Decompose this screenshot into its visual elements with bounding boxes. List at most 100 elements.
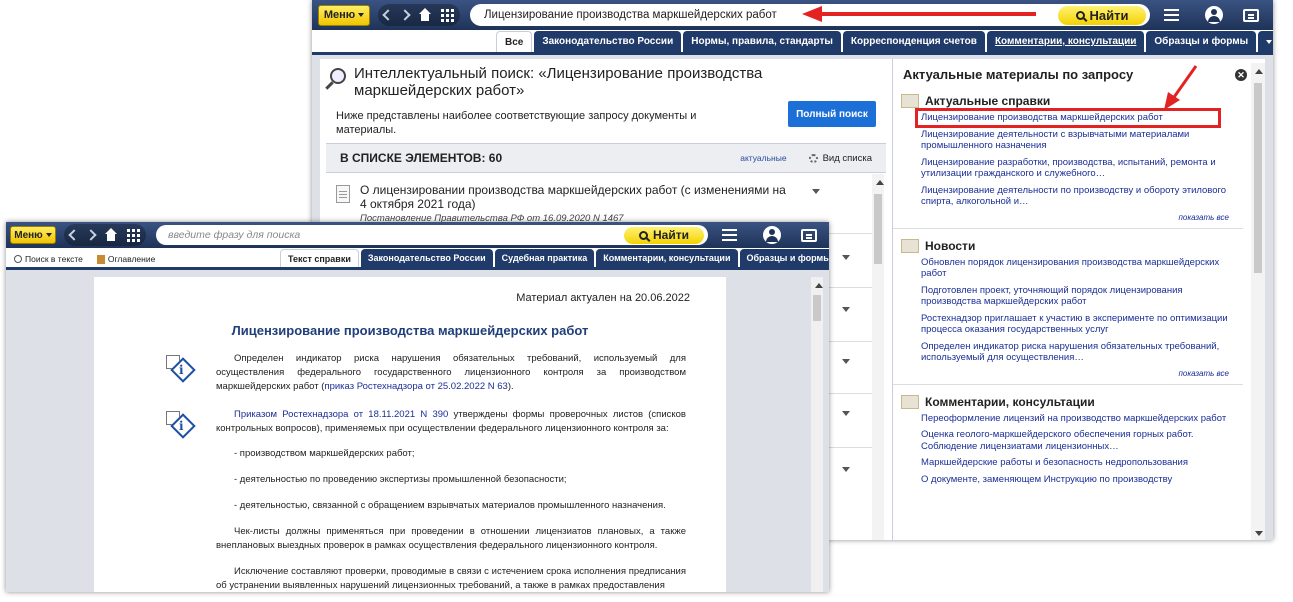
back-icon[interactable] — [68, 229, 80, 241]
message-icon[interactable] — [801, 228, 817, 242]
find-label: Найти — [1089, 7, 1129, 23]
list-item[interactable]: Ростехнадзор приглашает к участию в эксп… — [921, 313, 1233, 336]
document-page: Материал актуален на 20.06.2022 Лицензир… — [94, 277, 726, 592]
bullet: - производством маркшейдерских работ; — [234, 448, 415, 459]
find-button[interactable]: Найти — [624, 226, 704, 244]
section-heading: Актуальные справки — [925, 94, 1051, 108]
list-item[interactable]: Маркшейдерские работы и безопасность нед… — [921, 457, 1233, 469]
order-link[interactable]: приказ Ростехнадзора от 25.02.2022 N 63 — [324, 381, 507, 392]
contents-button[interactable]: Оглавление — [96, 254, 156, 264]
reference-icon — [901, 94, 919, 108]
home-icon[interactable] — [418, 7, 432, 22]
tab-reference-text[interactable]: Текст справки — [280, 249, 359, 267]
search-input[interactable]: введите фразу для поиска — [168, 229, 624, 241]
tab-comments[interactable]: Комментарии, консультации — [596, 249, 738, 267]
back-icon[interactable] — [382, 9, 394, 21]
list-header: В СПИСКЕ ЭЛЕМЕНТОВ: 60 актуальные Вид сп… — [326, 143, 886, 173]
forward-icon[interactable] — [399, 9, 411, 21]
search-input[interactable]: Лицензирование производства маркшейдерск… — [484, 9, 1058, 21]
tabs-more-button[interactable] — [1258, 31, 1273, 52]
order-link[interactable]: Приказом Ростехнадзора от 18.11.2021 N 3… — [234, 409, 448, 420]
panel-title: Актуальные материалы по запросу — [903, 67, 1134, 82]
list-item[interactable]: О документе, заменяющем Инструкцию по пр… — [921, 474, 1233, 486]
tabs: Все Законодательство России Нормы, прави… — [312, 30, 1273, 55]
gear-icon[interactable] — [808, 153, 818, 163]
section-news: Новости Обновлен порядок лицензирования … — [893, 229, 1243, 385]
tab-norms[interactable]: Нормы, правила, стандарты — [683, 31, 841, 52]
list-item[interactable]: Лицензирование производства маркшейдерск… — [915, 108, 1221, 128]
contents-label: Оглавление — [107, 254, 156, 264]
search-icon — [639, 230, 648, 240]
user-icon[interactable] — [763, 226, 781, 244]
paragraph: Чек-листы должны применяться при проведе… — [216, 526, 686, 551]
find-in-text-button[interactable]: Поиск в тексте — [14, 254, 83, 264]
nav-group — [64, 224, 146, 246]
apps-grid-icon[interactable] — [441, 8, 454, 22]
tab-comments[interactable]: Комментарии, консультации — [986, 31, 1145, 52]
apps-grid-icon[interactable] — [127, 228, 140, 242]
hamburger-icon[interactable] — [1164, 9, 1179, 21]
tab-court-practice[interactable]: Судебная практика — [494, 249, 595, 267]
list-item[interactable]: Переоформление лицензий на производство … — [921, 413, 1233, 425]
message-icon[interactable] — [1243, 8, 1259, 22]
home-icon[interactable] — [104, 227, 118, 242]
toolbar: Меню введите фразу для поиска Найти — [6, 222, 829, 248]
section-actual-references: Актуальные справки Лицензирование произв… — [893, 90, 1243, 229]
find-button[interactable]: Найти — [1058, 5, 1146, 25]
full-search-button[interactable]: Полный поиск — [788, 101, 876, 127]
search-icon — [14, 255, 22, 263]
info-icon: i — [166, 355, 196, 383]
tab-all[interactable]: Все — [496, 31, 533, 52]
bullet: - деятельностью, связанной с обращением … — [234, 500, 666, 511]
list-item[interactable]: Обновлен порядок лицензирования производ… — [921, 257, 1233, 280]
forward-icon[interactable] — [85, 229, 97, 241]
nav-group — [378, 4, 460, 26]
result-title[interactable]: О лицензировании производства маркшейдер… — [360, 183, 790, 211]
menu-label: Меню — [14, 229, 43, 241]
search-magnifier-icon — [330, 68, 346, 84]
comment-icon — [901, 394, 919, 409]
close-icon[interactable]: ✕ — [1235, 69, 1247, 81]
actual-date: Материал актуален на 20.06.2022 — [516, 292, 690, 304]
paragraph: Приказом Ростехнадзора от 18.11.2021 N 3… — [216, 409, 686, 434]
menu-caret-icon — [45, 233, 52, 237]
list-item[interactable]: Определен индикатор риска нарушения обяз… — [921, 341, 1233, 364]
toolbar: Меню Лицензирование производства маркшей… — [312, 0, 1273, 30]
user-icon[interactable] — [1205, 6, 1223, 24]
menu-button[interactable]: Меню — [10, 226, 56, 244]
bullet: - деятельностью по проведению экспертизы… — [234, 474, 567, 485]
list-item[interactable]: О лицензировании производства маркшейдер… — [326, 179, 866, 228]
show-all-link[interactable]: показать все — [901, 369, 1233, 384]
tab-legislation[interactable]: Законодательство России — [534, 31, 682, 52]
actual-filter-link[interactable]: актуальные — [740, 153, 786, 163]
tab-forms[interactable]: Образцы и формы — [1146, 31, 1257, 52]
list-item[interactable]: Подготовлен проект, уточняющий порядок л… — [921, 285, 1233, 308]
list-item[interactable]: Лицензирование деятельности по производс… — [921, 185, 1233, 208]
tab-forms[interactable]: Образцы и формы — [739, 249, 829, 267]
tab-legislation[interactable]: Законодательство России — [360, 249, 493, 267]
search-box[interactable]: Лицензирование производства маркшейдерск… — [470, 4, 1150, 26]
tab-accounts[interactable]: Корреспонденция счетов — [842, 31, 985, 52]
list-item[interactable]: Оценка геолого-маркшейдерского обеспечен… — [921, 429, 1233, 452]
menu-caret-icon — [358, 13, 365, 17]
list-view-link[interactable]: Вид списка — [823, 153, 872, 164]
search-box[interactable]: введите фразу для поиска Найти — [156, 225, 708, 245]
hamburger-icon[interactable] — [722, 229, 737, 241]
menu-label: Меню — [323, 9, 356, 21]
list-item[interactable]: Лицензирование деятельности с взрывчатым… — [921, 129, 1233, 152]
relevant-materials-pane: Актуальные материалы по запросу ✕ Актуаль… — [892, 59, 1265, 540]
panel-scrollbar[interactable] — [1251, 63, 1265, 540]
section-comments: Комментарии, консультации Переоформление… — [893, 385, 1243, 486]
chevron-down-icon[interactable] — [812, 189, 820, 194]
document-icon — [336, 185, 350, 203]
document-scrollbar[interactable] — [811, 277, 823, 592]
tabs: Поиск в тексте Оглавление Текст справки … — [6, 248, 829, 270]
menu-button[interactable]: Меню — [318, 4, 370, 26]
find-in-text-label: Поиск в тексте — [25, 254, 83, 264]
paragraph: Определен индикатор риска нарушения обяз… — [216, 353, 686, 392]
list-item[interactable]: Лицензирование разработки, производства,… — [921, 157, 1233, 180]
document-title: Лицензирование производства маркшейдерск… — [231, 323, 589, 338]
results-scrollbar[interactable] — [872, 174, 884, 540]
show-all-link[interactable]: показать все — [901, 213, 1233, 228]
document-window: Меню введите фразу для поиска Найти Поис… — [6, 222, 829, 592]
